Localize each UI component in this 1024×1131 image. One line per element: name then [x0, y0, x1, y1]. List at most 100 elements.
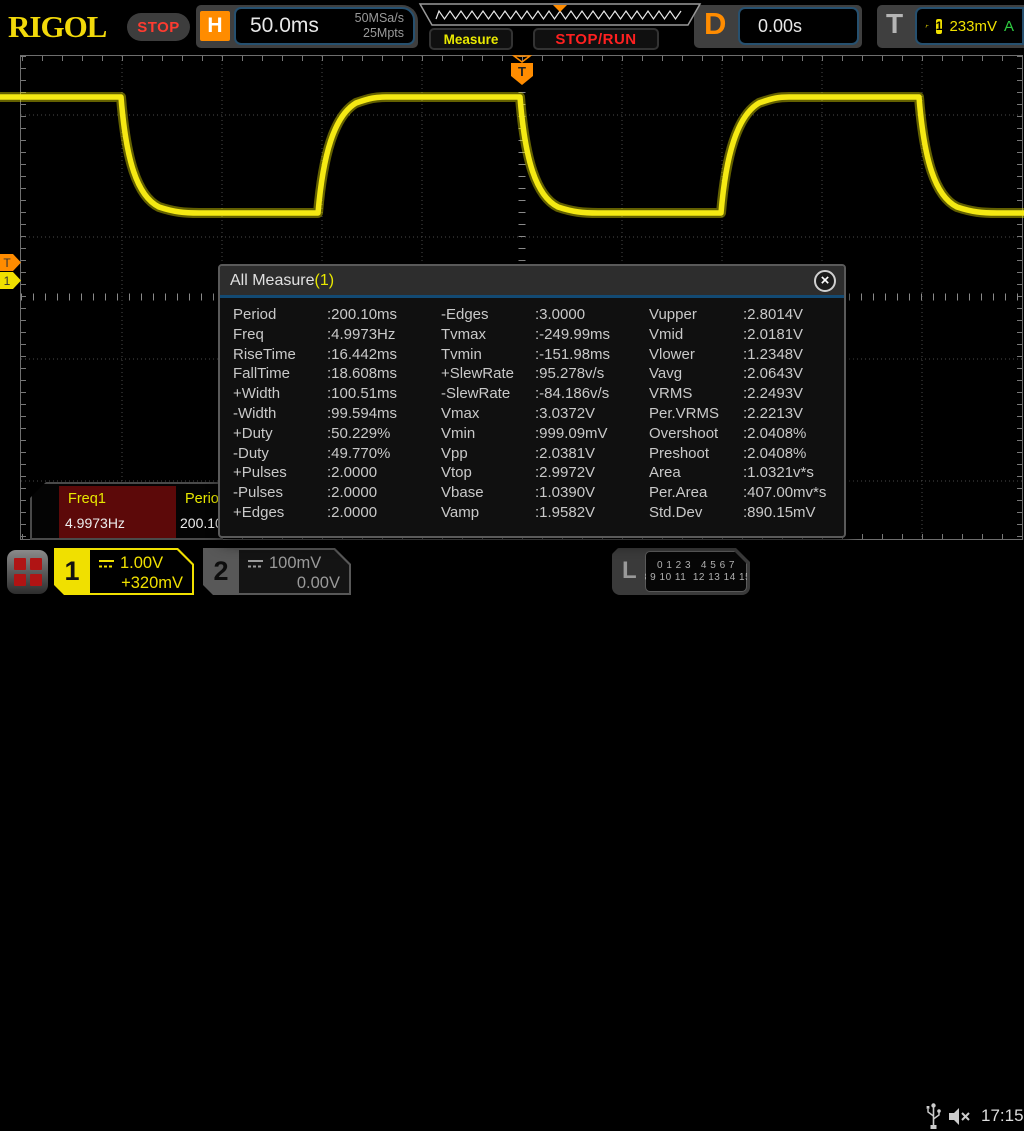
stop-run-button[interactable]: STOP/RUN — [533, 28, 659, 50]
measure-label: Period — [220, 306, 327, 326]
trigger-source-badge: 1 — [936, 19, 943, 34]
speaker-muted-icon[interactable] — [948, 1106, 973, 1127]
channel1-offset: +320mV — [90, 573, 192, 593]
measure-value: :2.0000 — [327, 464, 377, 484]
measure-label: -Duty — [220, 445, 327, 465]
measure-label: Vlower — [636, 346, 743, 366]
run-state-label: STOP — [137, 19, 180, 36]
measure-label: +Pulses — [220, 464, 327, 484]
measure-row: -Width:99.594ms — [220, 405, 428, 425]
waveform-preview-strip[interactable] — [412, 2, 708, 28]
measure-row: Vtop:2.9972V — [428, 464, 636, 484]
channel1-status[interactable]: 1 1.00V +320mV — [54, 548, 194, 595]
measure-label: +Duty — [220, 425, 327, 445]
measure-row: Per.Area:407.00mv*s — [636, 484, 844, 504]
horizontal-settings-tab[interactable]: H 50.0ms 50MSa/s 25Mpts — [196, 5, 418, 48]
freq1-value: 4.9973Hz — [65, 515, 125, 531]
channel2-offset: 0.00V — [239, 573, 349, 593]
trigger-level-marker[interactable]: T — [0, 254, 21, 271]
logic-label: L — [622, 557, 637, 585]
delay-box: 0.00s — [738, 7, 859, 45]
menu-icon[interactable] — [7, 550, 48, 594]
measure-label: RiseTime — [220, 346, 327, 366]
measure-label: -Pulses — [220, 484, 327, 504]
dc-coupling-icon — [99, 559, 114, 569]
measure-label: Vpp — [428, 445, 535, 465]
measure-label: Per.VRMS — [636, 405, 743, 425]
measure-row: Tvmin:-151.98ms — [428, 346, 636, 366]
svg-text:1: 1 — [4, 274, 11, 288]
measure-row: +Width:100.51ms — [220, 385, 428, 405]
channel1-position-marker[interactable]: 1 — [0, 272, 21, 289]
stop-run-button-label: STOP/RUN — [555, 31, 636, 48]
measure-label: Vavg — [636, 365, 743, 385]
popup-title: All Measure — [220, 272, 314, 290]
measure-value: :3.0372V — [535, 405, 595, 425]
dc-coupling-icon — [248, 559, 263, 569]
measure-column-2: -Edges:3.0000Tvmax:-249.99msTvmin:-151.9… — [428, 306, 636, 534]
channel1-trace — [0, 97, 1024, 213]
measure-row: Per.VRMS:2.2213V — [636, 405, 844, 425]
svg-text:T: T — [518, 64, 526, 79]
freq1-label: Freq1 — [68, 491, 106, 507]
measure-label: Std.Dev — [636, 504, 743, 524]
measure-value: :3.0000 — [535, 306, 585, 326]
channel1-number: 1 — [54, 548, 90, 595]
measure-row: Tvmax:-249.99ms — [428, 326, 636, 346]
measure-label: Area — [636, 464, 743, 484]
delay-settings-tab[interactable]: D 0.00s — [694, 5, 862, 48]
logic-channels-box: 0 1 2 3 4 5 6 7 8 9 10 11 12 13 14 15 — [645, 551, 747, 592]
measure-row: Vmin:999.09mV — [428, 425, 636, 445]
oscilloscope-screen: { "header": { "logo": "RIGOL", "run_stat… — [0, 0, 1024, 600]
measure-value: :2.8014V — [743, 306, 803, 326]
close-icon[interactable]: × — [814, 270, 836, 292]
measure-value: :1.9582V — [535, 504, 595, 524]
measure-row: Vpp:2.0381V — [428, 445, 636, 465]
measure-row: Freq:4.9973Hz — [220, 326, 428, 346]
channel2-number: 2 — [203, 548, 239, 595]
measure-value: :2.0408% — [743, 445, 806, 465]
measure-row: Vbase:1.0390V — [428, 484, 636, 504]
popup-header: All Measure(1) × — [220, 266, 844, 298]
measure-value: :1.2348V — [743, 346, 803, 366]
rising-edge-icon — [925, 18, 929, 34]
measure-value: :1.0321v*s — [743, 464, 814, 484]
measure-button[interactable]: Measure — [429, 28, 513, 50]
trigger-settings-tab[interactable]: T 1 233mV A — [877, 5, 1024, 48]
measure-label: Freq — [220, 326, 327, 346]
measure-label: FallTime — [220, 365, 327, 385]
measure-value: :1.0390V — [535, 484, 595, 504]
bottom-status-bar: 1 1.00V +320mV 2 100mV 0.00V — [0, 545, 1024, 600]
all-measure-popup: All Measure(1) × Period:200.10msFreq:4.9… — [218, 264, 846, 538]
trigger-level-value: 233mV — [949, 18, 997, 35]
measure-row: FallTime:18.608ms — [220, 365, 428, 385]
measure-label: +Width — [220, 385, 327, 405]
measure-row: Std.Dev:890.15mV — [636, 504, 844, 524]
measure-row: Vamp:1.9582V — [428, 504, 636, 524]
measure-value: :2.9972V — [535, 464, 595, 484]
measure-button-label: Measure — [444, 32, 499, 47]
measure-row: Vmid:2.0181V — [636, 326, 844, 346]
measure-row: Area:1.0321v*s — [636, 464, 844, 484]
logic-channels-row1: 0 1 2 3 4 5 6 7 — [657, 560, 735, 572]
measure-row: Vlower:1.2348V — [636, 346, 844, 366]
run-state-indicator[interactable]: STOP — [127, 13, 190, 41]
measure-value: :2.0408% — [743, 425, 806, 445]
measure-label: -Width — [220, 405, 327, 425]
quick-measure-item-freq1[interactable]: Freq1 4.9973Hz — [59, 486, 176, 538]
channel2-scale: 100mV — [269, 554, 321, 573]
measure-value: :2.0181V — [743, 326, 803, 346]
logic-analyzer-status[interactable]: L 0 1 2 3 4 5 6 7 8 9 10 11 12 13 14 15 — [612, 548, 750, 595]
channel2-status[interactable]: 2 100mV 0.00V — [203, 548, 351, 595]
acquisition-info: 50MSa/s 25Mpts — [355, 11, 413, 41]
delay-value: 0.00s — [740, 16, 802, 37]
timebase-scale: 50.0ms — [236, 14, 319, 38]
measure-row: +Duty:50.229% — [220, 425, 428, 445]
measure-label: Vbase — [428, 484, 535, 504]
measure-value: :100.51ms — [327, 385, 397, 405]
measure-label: Overshoot — [636, 425, 743, 445]
sample-rate: 50MSa/s — [355, 11, 404, 26]
measure-value: :95.278v/s — [535, 365, 604, 385]
measure-label: Per.Area — [636, 484, 743, 504]
measure-row: -SlewRate:-84.186v/s — [428, 385, 636, 405]
